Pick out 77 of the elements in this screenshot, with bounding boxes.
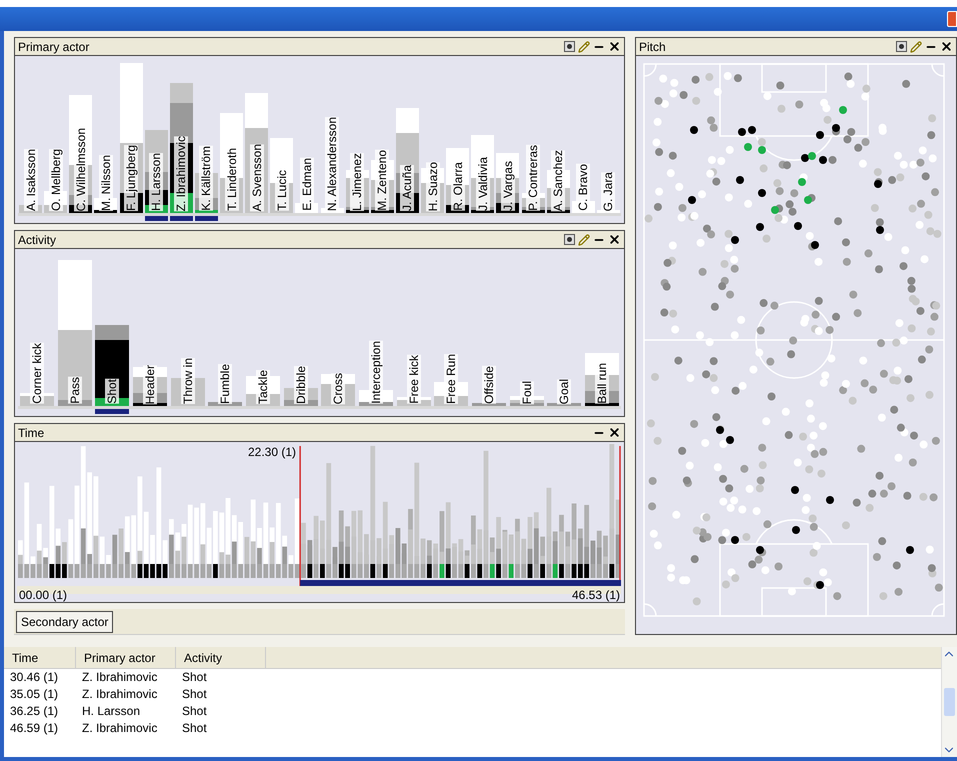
table-cell-text: Shot bbox=[181, 720, 208, 737]
actor-label[interactable]: E. Edman bbox=[300, 158, 314, 211]
actor-label[interactable]: M. Zenteno bbox=[375, 150, 390, 211]
activity-label[interactable]: Throw in bbox=[180, 358, 195, 404]
actor-label[interactable]: R. Olarra bbox=[450, 162, 465, 211]
pencil-icon[interactable] bbox=[578, 40, 590, 52]
table-cell-text: H. Larsson bbox=[81, 703, 142, 720]
actor-label[interactable]: N. Alexandersson bbox=[325, 116, 340, 211]
table-cell-text: 35.05 (1) bbox=[9, 686, 60, 703]
activity-label[interactable]: Header bbox=[142, 364, 157, 404]
stacked-bar bbox=[472, 403, 506, 406]
activity-label[interactable]: Ball run bbox=[595, 363, 610, 404]
actor-label[interactable]: H. Suazo bbox=[426, 162, 440, 211]
actor-label[interactable]: A. Sanchez bbox=[551, 150, 566, 211]
activity-label[interactable]: Free Run bbox=[444, 354, 458, 404]
table-cell-text: Shot bbox=[181, 703, 208, 720]
activity-label[interactable]: Interception bbox=[369, 341, 384, 404]
table-cell-text: Z. Ibrahimovic bbox=[81, 686, 158, 703]
actor-label[interactable]: H. Larsson bbox=[149, 152, 164, 211]
activity-label[interactable]: Shot bbox=[105, 379, 120, 404]
actor-label[interactable]: M. Nilsson bbox=[98, 154, 113, 211]
activity-label[interactable]: Tackle bbox=[256, 370, 270, 404]
close-icon[interactable] bbox=[608, 426, 621, 439]
activity-label[interactable]: Goal bbox=[557, 378, 572, 404]
actor-label[interactable]: A. Svensson bbox=[250, 144, 264, 211]
actor-label[interactable]: A. Isaksson bbox=[24, 148, 38, 211]
pencil-icon[interactable] bbox=[910, 40, 922, 52]
table-cell-text: 36.25 (1) bbox=[9, 703, 60, 720]
time-end-label: 46.53 (1) bbox=[572, 589, 620, 601]
actor-label[interactable]: P. Contreras bbox=[526, 145, 540, 211]
pencil-icon[interactable] bbox=[578, 234, 590, 246]
actor-label[interactable]: J. Vargas bbox=[500, 161, 515, 211]
table-cell-text: Shot bbox=[181, 669, 208, 686]
actor-label[interactable]: J. Acuña bbox=[400, 164, 414, 211]
actor-label[interactable]: L. Jimenez bbox=[350, 152, 364, 211]
table-cell-text: Z. Ibrahimovic bbox=[81, 669, 158, 686]
activity-label[interactable]: Fumble bbox=[218, 364, 232, 404]
column-header[interactable]: Primary actor bbox=[76, 647, 176, 668]
actor-label[interactable]: J. Valdivia bbox=[476, 157, 490, 211]
actor-label[interactable]: K. Källström bbox=[199, 146, 214, 211]
close-icon[interactable] bbox=[608, 233, 621, 246]
scrollbar[interactable] bbox=[941, 647, 957, 757]
table-cell-text: Shot bbox=[181, 686, 208, 703]
scroll-thumb[interactable] bbox=[944, 688, 955, 716]
close-icon[interactable] bbox=[608, 40, 621, 53]
close-icon[interactable] bbox=[940, 40, 953, 53]
activity-label[interactable]: Foul bbox=[520, 380, 534, 404]
actor-label[interactable]: T. Linderoth bbox=[224, 148, 239, 211]
activity-label[interactable]: Corner kick bbox=[30, 343, 44, 404]
actor-label[interactable]: C. Wilhelmsson bbox=[74, 128, 88, 211]
stacked-bar bbox=[547, 403, 582, 406]
filter-icon[interactable] bbox=[564, 234, 575, 245]
activity-label[interactable]: Pass bbox=[68, 377, 82, 404]
table-cell-text: Z. Ibrahimovic bbox=[81, 720, 158, 737]
filter-icon[interactable] bbox=[896, 41, 907, 52]
time-marker-label: 22.30 (1) bbox=[248, 446, 296, 458]
actor-label[interactable]: G. Jara bbox=[601, 172, 616, 211]
panel-title: Primary actor bbox=[18, 40, 90, 52]
table-cell-text: 46.59 (1) bbox=[9, 720, 60, 737]
actor-label[interactable]: Z. Ibrahimovic bbox=[174, 136, 188, 211]
actor-label[interactable]: C. Bravo bbox=[576, 164, 590, 211]
actor-label[interactable]: O. Mellberg bbox=[48, 148, 63, 211]
column-header[interactable]: Activity bbox=[176, 647, 266, 668]
panel-title: Pitch bbox=[639, 40, 666, 52]
time-start-label: 00.00 (1) bbox=[19, 589, 68, 601]
table-cell-text: 30.46 (1) bbox=[9, 669, 60, 686]
panel-title: Activity bbox=[18, 234, 56, 246]
column-header[interactable]: Time bbox=[4, 647, 76, 668]
panel-title: Time bbox=[18, 426, 44, 438]
activity-label[interactable]: Offside bbox=[482, 366, 496, 404]
actor-label[interactable]: T. Lucic bbox=[274, 170, 289, 211]
filter-icon[interactable] bbox=[564, 41, 575, 52]
activity-label[interactable]: Cross bbox=[331, 372, 346, 404]
actor-label[interactable]: F. Ljungberg bbox=[124, 144, 138, 211]
activity-label[interactable]: Dribble bbox=[294, 366, 308, 404]
activity-label[interactable]: Free kick bbox=[406, 355, 421, 404]
tab[interactable]: Secondary actor bbox=[16, 610, 114, 632]
